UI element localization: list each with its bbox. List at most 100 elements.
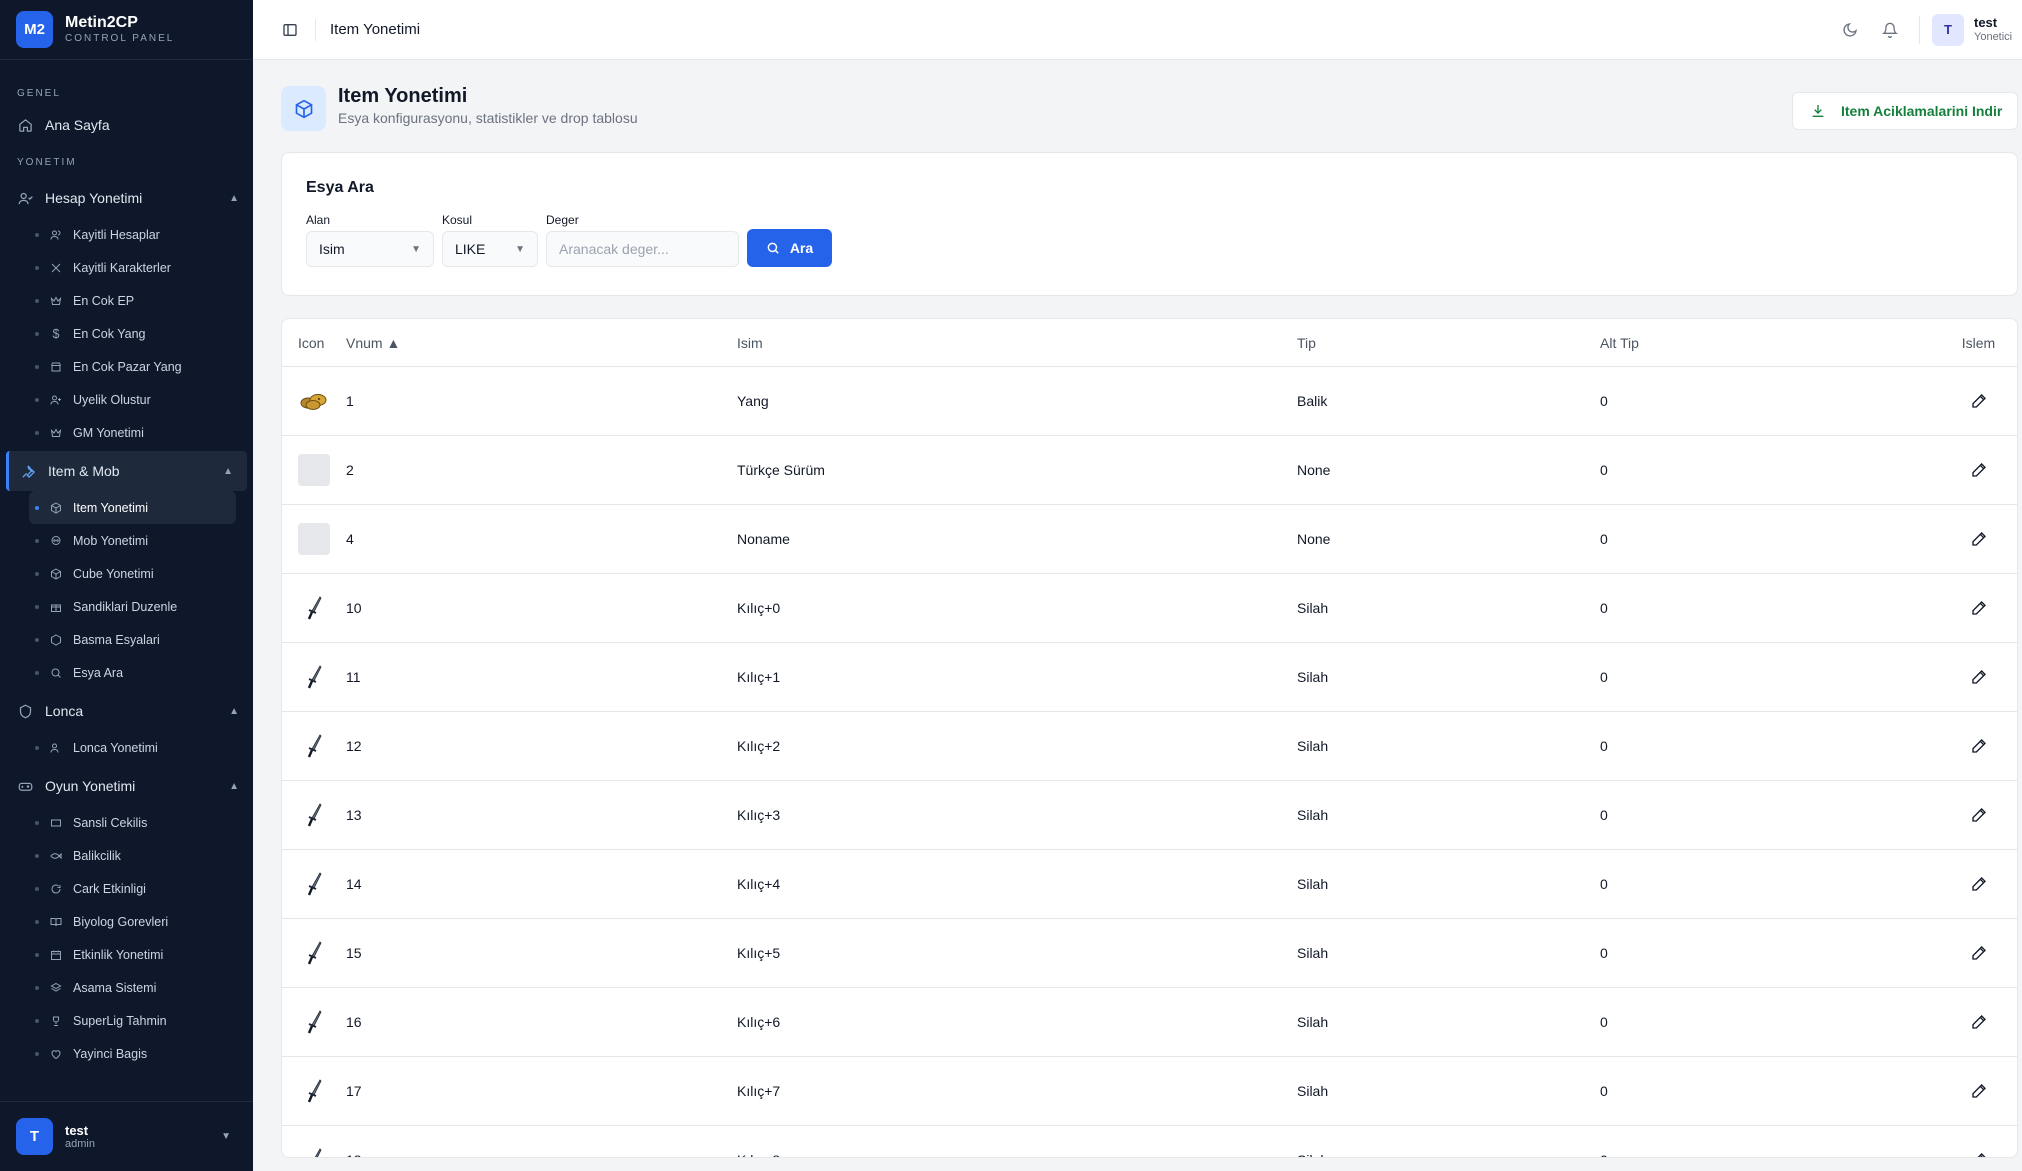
trophy-icon: [49, 1014, 63, 1028]
page-title: Item Yonetimi: [338, 85, 468, 107]
user-name: test: [1974, 15, 1998, 30]
edit-button[interactable]: [1967, 941, 1991, 965]
pencil-icon: [1971, 601, 1986, 615]
sidebar-item-home[interactable]: Ana Sayfa: [0, 107, 253, 143]
sidebar-item-gm-yonetimi[interactable]: GM Yonetimi: [0, 416, 253, 449]
edit-button[interactable]: [1967, 527, 1991, 551]
calendar-icon: [49, 948, 63, 962]
sidebar-item-sandiklari-duzenle[interactable]: Sandiklari Duzenle: [0, 590, 253, 623]
table-row[interactable]: 14 Kılıç+4 Silah 0: [282, 850, 2017, 919]
sidebar-item-item-yonetimi[interactable]: Item Yonetimi: [29, 491, 236, 524]
sidebar-item-yayinci-bagis[interactable]: Yayinci Bagis: [0, 1037, 253, 1070]
table-row[interactable]: 11 Kılıç+1 Silah 0: [282, 643, 2017, 712]
edit-button[interactable]: [1967, 872, 1991, 896]
sidebar-item-superlig-tahmin[interactable]: SuperLig Tahmin: [0, 1004, 253, 1037]
sidebar-item-balikcilik[interactable]: Balikcilik: [0, 839, 253, 872]
table-row[interactable]: 16 Kılıç+6 Silah 0: [282, 988, 2017, 1057]
nav-section-general: GENEL: [17, 88, 61, 99]
sidebar-item-label: Etkinlik Yonetimi: [73, 947, 164, 962]
swords-icon: [49, 261, 63, 275]
edit-button[interactable]: [1967, 803, 1991, 827]
column-header-vnum[interactable]: Vnum ▲: [346, 335, 737, 351]
edit-button[interactable]: [1967, 1010, 1991, 1034]
pencil-icon: [1971, 394, 1986, 408]
main-content: Item Yonetimi Esya konfigurasyonu, stati…: [281, 60, 2022, 1158]
sidebar-item-label: Kayitli Hesaplar: [73, 227, 160, 242]
table-row[interactable]: 18Kılıç+8Silah0: [282, 1126, 2017, 1157]
sword-icon: [298, 868, 330, 900]
sidebar-item-asama-sistemi[interactable]: Asama Sistemi: [0, 971, 253, 1004]
crown-icon: [49, 294, 63, 308]
search-input[interactable]: [546, 231, 739, 267]
cell-tip: Silah: [1297, 945, 1329, 961]
theme-toggle-button[interactable]: [1839, 19, 1861, 41]
cell-vnum: 14: [346, 876, 362, 892]
sidebar-item-en-cok-pazar-yang[interactable]: En Cok Pazar Yang: [0, 350, 253, 383]
table-row[interactable]: 15 Kılıç+5 Silah 0: [282, 919, 2017, 988]
sidebar-item-en-cok-ep[interactable]: En Cok EP: [0, 284, 253, 317]
notifications-button[interactable]: [1879, 19, 1901, 41]
sidebar-item-esya-ara[interactable]: Esya Ara: [0, 656, 253, 689]
edit-button[interactable]: [1967, 665, 1991, 689]
cell-alt-tip: 0: [1600, 1014, 1608, 1030]
sidebar-toggle-button[interactable]: [279, 19, 301, 41]
search-button[interactable]: Ara: [747, 229, 832, 267]
sidebar-item-kayitli-hesaplar[interactable]: Kayitli Hesaplar: [0, 218, 253, 251]
sidebar-group-oyun[interactable]: Oyun Yonetimi ▲: [0, 766, 253, 806]
home-icon: [17, 117, 33, 133]
table-row[interactable]: 1 Yang Balik 0: [282, 367, 2017, 436]
sidebar-item-kayitli-karakterler[interactable]: Kayitli Karakterler: [0, 251, 253, 284]
topbar-user[interactable]: test Yonetici: [1974, 15, 2022, 44]
pencil-icon: [1971, 670, 1986, 684]
edit-button[interactable]: [1967, 1148, 1991, 1157]
cube-icon: [49, 567, 63, 581]
cell-tip: Silah: [1297, 807, 1329, 823]
column-header-icon: Icon: [298, 334, 325, 351]
table-row[interactable]: 4 Noname None 0: [282, 505, 2017, 574]
sidebar-group-lonca[interactable]: Lonca ▲: [0, 691, 253, 731]
users-icon: [17, 190, 33, 206]
cell-alt-tip: 0: [1600, 600, 1608, 616]
edit-button[interactable]: [1967, 734, 1991, 758]
column-header-isim[interactable]: Isim: [737, 335, 1297, 351]
skull-icon: [49, 534, 63, 548]
cell-isim: Kılıç+0: [737, 600, 781, 616]
brand[interactable]: M2 Metin2CP CONTROL PANEL: [0, 0, 253, 60]
edit-button[interactable]: [1967, 1079, 1991, 1103]
sidebar-group-item-mob[interactable]: Item & Mob ▲: [6, 451, 247, 491]
table-row[interactable]: 17 Kılıç+7 Silah 0: [282, 1057, 2017, 1126]
table-row[interactable]: 12 Kılıç+2 Silah 0: [282, 712, 2017, 781]
edit-button[interactable]: [1967, 596, 1991, 620]
condition-select[interactable]: LIKE ▼: [442, 231, 538, 267]
sidebar-item-sansli-cekilis[interactable]: Sansli Cekilis: [0, 806, 253, 839]
nav-section-manage: YONETIM: [17, 157, 77, 168]
table-row[interactable]: 10 Kılıç+0 Silah 0: [282, 574, 2017, 643]
column-header-alt-tip[interactable]: Alt Tip: [1600, 335, 1940, 351]
column-header-tip[interactable]: Tip: [1297, 335, 1600, 351]
edit-button[interactable]: [1967, 458, 1991, 482]
table-row[interactable]: 13 Kılıç+3 Silah 0: [282, 781, 2017, 850]
heart-icon: [49, 1047, 63, 1061]
cell-vnum: 10: [346, 600, 362, 616]
sword-icon: [298, 592, 330, 624]
sidebar-item-etkinlik-yonetimi[interactable]: Etkinlik Yonetimi: [0, 938, 253, 971]
sidebar-item-lonca-yonetimi[interactable]: Lonca Yonetimi: [0, 731, 253, 764]
download-descriptions-button[interactable]: Item Aciklamalarini Indir: [1792, 92, 2018, 130]
cell-alt-tip: 0: [1600, 462, 1608, 478]
sidebar-item-en-cok-yang[interactable]: $ En Cok Yang: [0, 317, 253, 350]
sidebar-item-cark-etkinligi[interactable]: Cark Etkinligi: [0, 872, 253, 905]
cell-isim: Kılıç+7: [737, 1083, 781, 1099]
table-header: Icon Vnum ▲ Isim Tip Alt Tip Islem: [282, 319, 2017, 367]
sidebar-item-biyolog-gorevleri[interactable]: Biyolog Gorevleri: [0, 905, 253, 938]
sidebar-item-basma-esyalari[interactable]: Basma Esyalari: [0, 623, 253, 656]
edit-button[interactable]: [1967, 389, 1991, 413]
sidebar-item-cube-yonetimi[interactable]: Cube Yonetimi: [0, 557, 253, 590]
field-select[interactable]: Isim ▼: [306, 231, 434, 267]
sidebar-group-hesap[interactable]: Hesap Yonetimi ▲: [0, 178, 253, 218]
sidebar-user-menu[interactable]: T test admin ▼: [0, 1101, 253, 1171]
avatar[interactable]: T: [1932, 13, 1964, 46]
sidebar-item-mob-yonetimi[interactable]: Mob Yonetimi: [0, 524, 253, 557]
cell-vnum: 18: [346, 1152, 737, 1157]
sidebar-item-uyelik-olustur[interactable]: Uyelik Olustur: [0, 383, 253, 416]
table-row[interactable]: 2 Türkçe Sürüm None 0: [282, 436, 2017, 505]
